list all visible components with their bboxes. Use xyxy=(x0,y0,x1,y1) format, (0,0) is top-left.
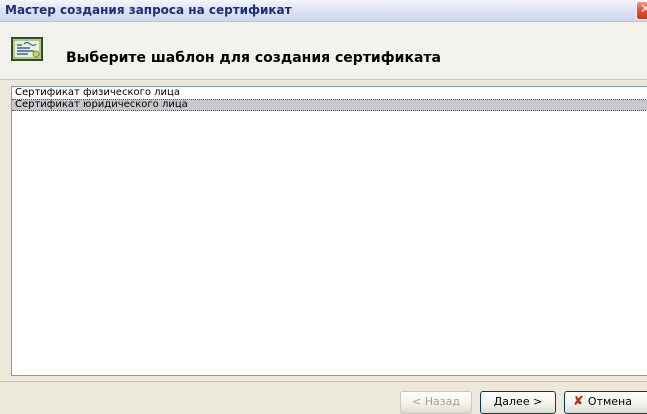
footer-divider xyxy=(0,381,647,382)
window-title: Мастер создания запроса на сертификат xyxy=(5,3,292,17)
next-button[interactable]: Далее > xyxy=(480,391,556,414)
page-title: Выберите шаблон для создания сертификата xyxy=(66,50,441,66)
certificate-icon xyxy=(11,37,43,61)
back-button[interactable]: < Назад xyxy=(400,391,472,414)
list-item-individual-certificate[interactable]: Сертификат физического лица xyxy=(12,87,647,99)
close-icon: ✕ xyxy=(640,2,647,17)
cancel-button[interactable]: ✘ Отмена xyxy=(564,391,647,414)
cancel-button-label: Отмена xyxy=(587,395,632,408)
close-button[interactable]: ✕ xyxy=(636,1,647,20)
wizard-header: Выберите шаблон для создания сертификата xyxy=(0,22,647,80)
title-bar[interactable]: Мастер создания запроса на сертификат ✕ xyxy=(0,0,647,22)
list-item-legal-entity-certificate[interactable]: Сертификат юридического лица xyxy=(12,99,647,111)
template-listbox[interactable]: Сертификат физического лица Сертификат ю… xyxy=(11,86,647,376)
